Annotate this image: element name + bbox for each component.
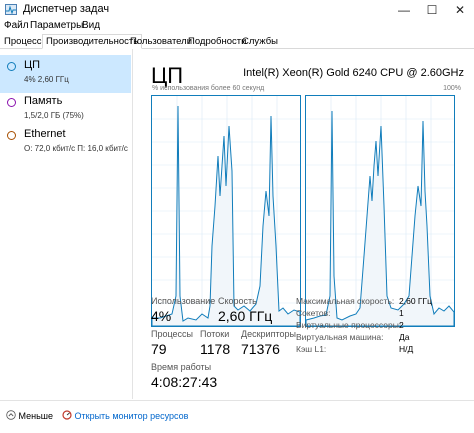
virtual-processors-value: 2 — [399, 320, 404, 330]
fewer-details-label: Меньше — [18, 411, 54, 421]
cpu-graph-core-0-plot — [151, 96, 301, 327]
fewer-details-button[interactable]: Меньше — [6, 410, 53, 421]
l1-cache-value: Н/Д — [399, 344, 414, 354]
menu-view[interactable]: Вид — [82, 20, 100, 31]
virtual-processors-label: Виртуальные процессоры: — [296, 320, 402, 330]
processes-value: 79 — [151, 341, 167, 357]
uptime-label: Время работы — [151, 362, 212, 372]
cpu-model: Intel(R) Xeon(R) Gold 6240 CPU @ 2.60GHz — [243, 67, 464, 79]
cpu-graph-core-0 — [151, 95, 301, 327]
sidebar-item-title: Ethernet — [24, 128, 66, 140]
tab-strip: Процессы Производительность Пользователи… — [0, 34, 474, 49]
resource-monitor-label: Открыть монитор ресурсов — [74, 411, 189, 421]
virtual-machine-value: Да — [399, 332, 410, 342]
speed-value: 2,60 ГГц — [218, 308, 273, 324]
menu-options[interactable]: Параметры — [30, 20, 83, 31]
cpu-circle-icon — [7, 62, 16, 71]
chevron-up-icon — [6, 410, 16, 420]
window-title: Диспетчер задач — [23, 3, 110, 15]
menu-file[interactable]: Файл — [4, 20, 29, 31]
minimize-button[interactable]: — — [390, 0, 418, 20]
threads-value: 1178 — [200, 341, 231, 357]
sidebar-item-cpu[interactable]: ЦП 4% 2,60 ГГц — [0, 55, 131, 93]
cpu-graph-core-1-plot — [305, 96, 455, 327]
sockets-label: Сокетов: — [296, 308, 331, 318]
resource-monitor-icon — [62, 410, 72, 420]
graph-max-label: 100% — [443, 85, 461, 92]
max-speed-label: Максимальная скорость: — [296, 296, 395, 306]
cpu-graph-core-1 — [305, 95, 455, 327]
handles-label: Дескрипторы — [241, 329, 296, 339]
sidebar-item-title: Память — [24, 95, 63, 107]
task-manager-icon — [5, 4, 17, 15]
cpu-panel: ЦП Intel(R) Xeon(R) Gold 6240 CPU @ 2.60… — [133, 49, 474, 399]
utilization-label: Использование — [151, 296, 216, 306]
tab-services[interactable]: Службы — [238, 34, 282, 47]
ethernet-circle-icon — [7, 131, 16, 140]
sidebar-item-subtitle: 1,5/2,0 ГБ (75%) — [24, 111, 84, 120]
close-button[interactable]: ✕ — [446, 0, 474, 20]
open-resource-monitor-link[interactable]: Открыть монитор ресурсов — [62, 410, 188, 421]
sidebar-item-title: ЦП — [24, 59, 41, 71]
menu-bar: Файл Параметры Вид — [0, 20, 474, 34]
maximize-button[interactable]: ☐ — [418, 0, 446, 20]
title-bar: Диспетчер задач — ☐ ✕ — [0, 0, 474, 20]
handles-value: 71376 — [241, 341, 280, 357]
sidebar-item-ethernet[interactable]: Ethernet О: 72,0 кбит/с П: 16,0 кбит/с — [0, 124, 131, 162]
memory-circle-icon — [7, 98, 16, 107]
virtual-machine-label: Виртуальная машина: — [296, 332, 384, 342]
sockets-value: 1 — [399, 308, 404, 318]
threads-label: Потоки — [200, 329, 230, 339]
max-speed-value: 2,60 ГГц — [399, 296, 432, 306]
sidebar-item-subtitle: О: 72,0 кбит/с П: 16,0 кбит/с — [24, 144, 128, 153]
uptime-value: 4:08:27:43 — [151, 374, 218, 390]
speed-label: Скорость — [218, 296, 257, 306]
processes-label: Процессы — [151, 329, 194, 339]
l1-cache-label: Кэш L1: — [296, 344, 327, 354]
sidebar-item-subtitle: 4% 2,60 ГГц — [24, 75, 69, 84]
footer-bar: Меньше Открыть монитор ресурсов — [0, 400, 474, 433]
graph-caption: % использования более 60 секунд — [152, 85, 265, 92]
utilization-value: 4% — [151, 308, 172, 324]
resource-sidebar: ЦП 4% 2,60 ГГц Память 1,5/2,0 ГБ (75%) E… — [0, 49, 133, 399]
